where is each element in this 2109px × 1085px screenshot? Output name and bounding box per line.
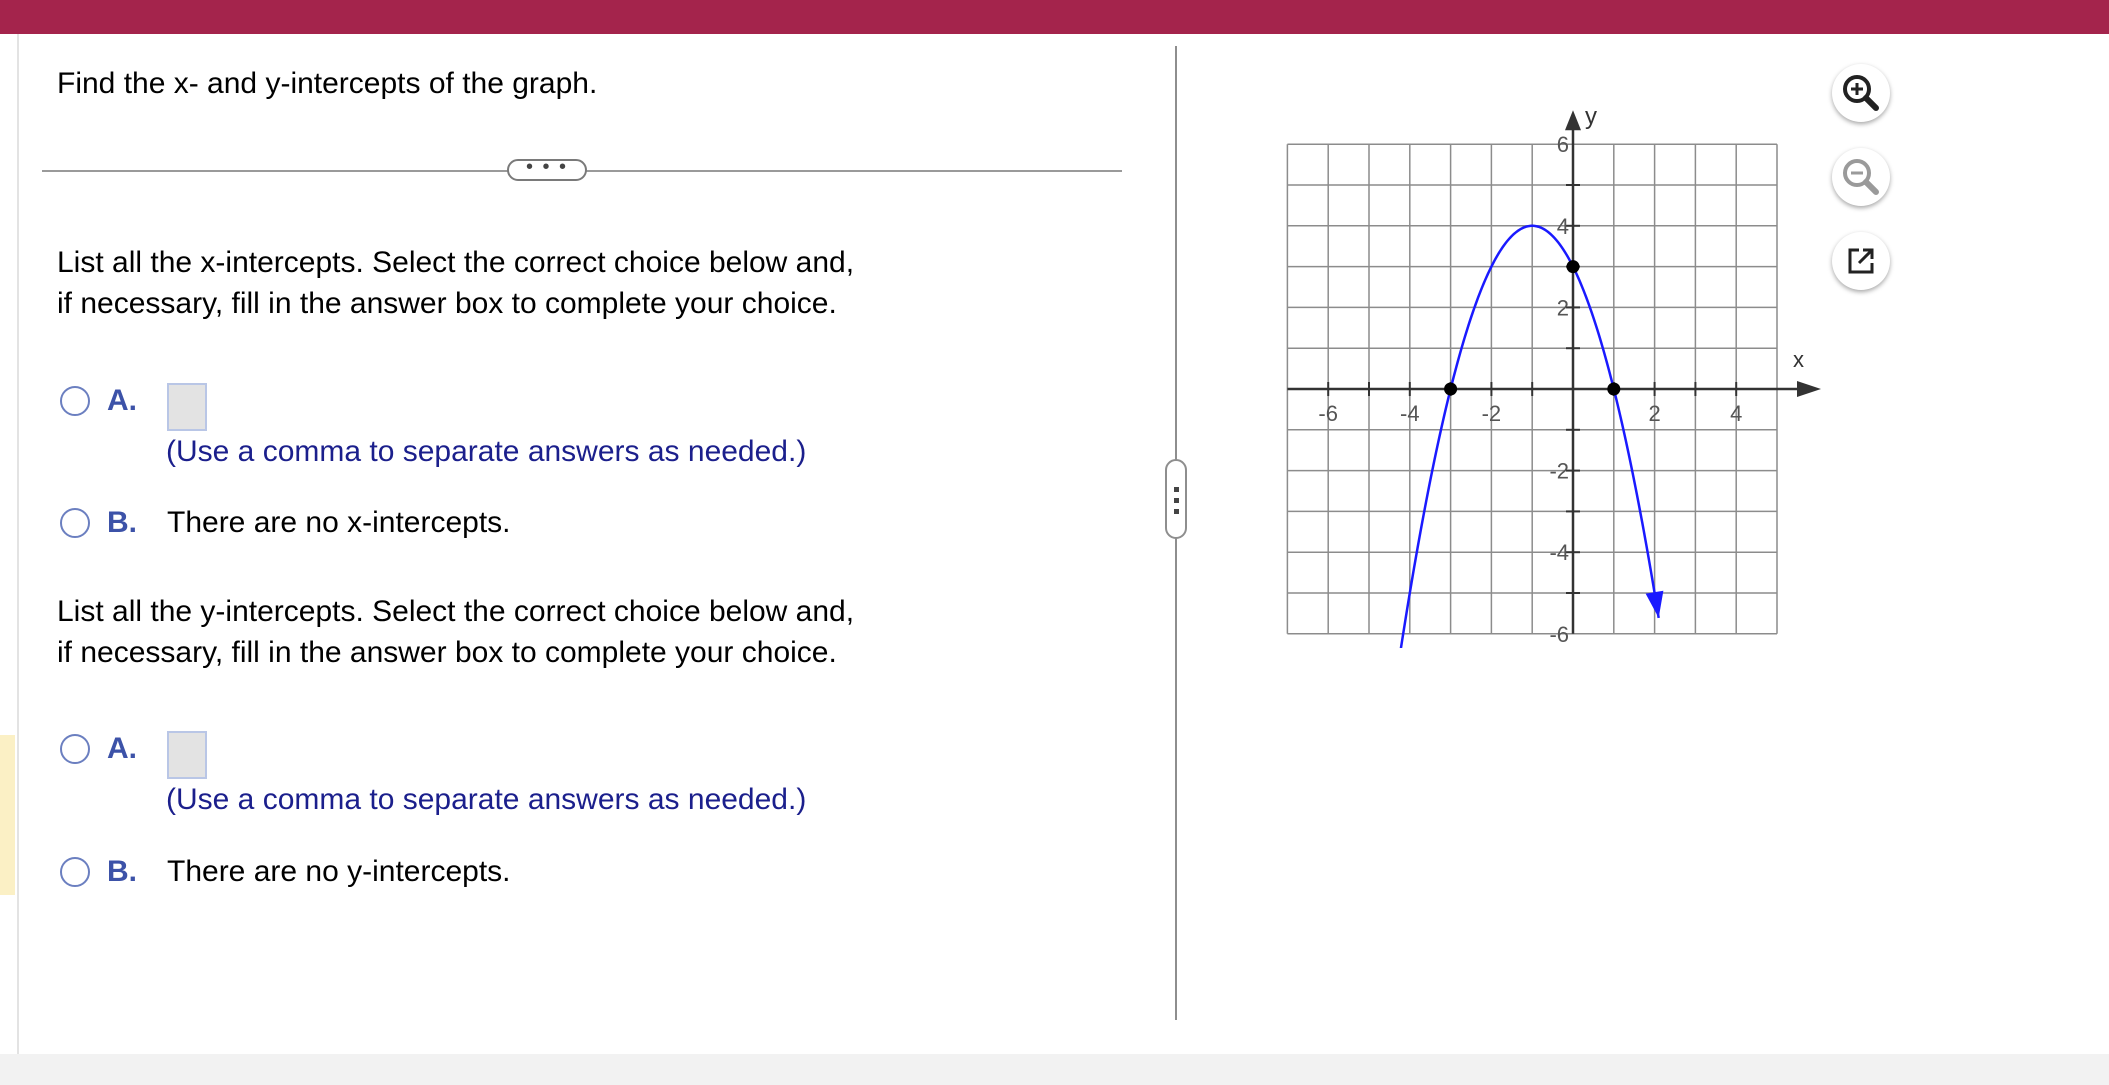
y-intercepts-instruction: List all the y-intercepts. Select the co… (57, 591, 957, 673)
x-option-a-radio[interactable] (60, 386, 90, 416)
parabola-graph: -6 -4 -2 2 4 6 4 2 -2 -4 -6 x y (1286, 103, 1821, 648)
drag-dot (1174, 498, 1179, 503)
x-option-a-letter: A. (107, 384, 137, 417)
y-instruction-line1: List all the y-intercepts. Select the co… (57, 595, 855, 628)
x-instruction-line1: List all the x-intercepts. Select the co… (57, 246, 855, 279)
x-option-b-text: There are no x-intercepts. (167, 506, 511, 539)
magnifier-minus-icon (1843, 159, 1879, 195)
y-option-b-text: There are no y-intercepts. (167, 855, 511, 888)
x-option-b-letter: B. (107, 506, 137, 539)
y-option-a[interactable]: A. (60, 729, 137, 769)
page-footer (0, 1054, 2109, 1085)
y-option-b-radio[interactable] (60, 857, 90, 887)
left-edge-strip (0, 34, 19, 1054)
focus-highlight-strip (0, 735, 15, 895)
x-tick-label: -6 (1318, 401, 1338, 426)
x-option-a-hint: (Use a comma to separate answers as need… (166, 435, 807, 468)
y-option-b[interactable]: B. There are no y-intercepts. (60, 852, 511, 892)
y-option-a-hint: (Use a comma to separate answers as need… (166, 783, 807, 816)
x-tick-label: -4 (1400, 401, 1420, 426)
zoom-out-button[interactable] (1832, 148, 1890, 206)
x-tick-label: 4 (1730, 401, 1742, 426)
intercept-point (1607, 382, 1621, 396)
expand-question-button[interactable]: • • • (507, 157, 587, 181)
x-instruction-line2: if necessary, fill in the answer box to … (57, 287, 837, 320)
drag-dot (1174, 487, 1179, 492)
x-tick-label: -2 (1482, 401, 1502, 426)
y-tick-label: 4 (1557, 214, 1569, 239)
x-intercepts-answer-box[interactable] (167, 383, 207, 431)
header-bar (0, 0, 2109, 34)
splitter-drag-handle[interactable] (1165, 459, 1187, 539)
y-instruction-line2: if necessary, fill in the answer box to … (57, 636, 837, 669)
x-tick-label: 2 (1648, 401, 1660, 426)
y-tick-label: -4 (1549, 540, 1569, 565)
y-option-a-radio[interactable] (60, 734, 90, 764)
y-intercepts-answer-box[interactable] (167, 731, 207, 779)
zoom-in-button[interactable] (1832, 64, 1890, 122)
main-panel: Find the x- and y-intercepts of the grap… (0, 34, 2109, 1054)
x-axis-label: x (1793, 347, 1804, 372)
intercept-point (1444, 382, 1458, 396)
y-tick-label: -6 (1549, 622, 1569, 647)
intercept-point (1566, 260, 1580, 274)
y-option-a-letter: A. (107, 732, 137, 765)
y-tick-label: 6 (1557, 132, 1569, 157)
x-option-a[interactable]: A. (60, 381, 137, 421)
x-intercepts-instruction: List all the x-intercepts. Select the co… (57, 242, 957, 324)
magnifier-plus-icon (1843, 75, 1879, 111)
external-link-icon (1848, 248, 1874, 274)
x-axis-arrow (1797, 381, 1821, 397)
y-option-b-letter: B. (107, 855, 137, 888)
y-tick-label: -2 (1549, 459, 1569, 484)
y-axis-arrow (1565, 110, 1581, 131)
drag-dot (1174, 509, 1179, 514)
question-text: Find the x- and y-intercepts of the grap… (57, 67, 598, 100)
x-option-b[interactable]: B. There are no x-intercepts. (60, 503, 511, 543)
y-axis-label: y (1585, 103, 1597, 130)
y-tick-label: 2 (1557, 295, 1569, 320)
popout-button[interactable] (1832, 232, 1890, 290)
parabola-curve (1399, 224, 1660, 648)
x-option-b-radio[interactable] (60, 508, 90, 538)
